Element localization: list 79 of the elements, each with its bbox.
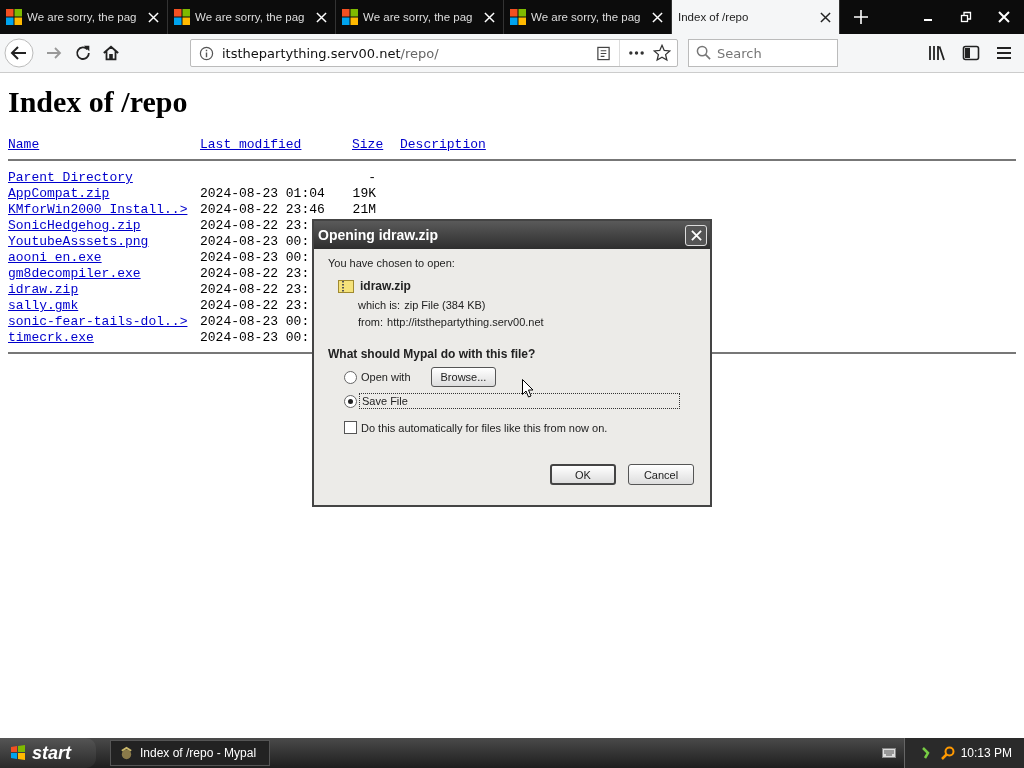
file-name: idraw.zip xyxy=(360,279,411,293)
search-icon[interactable] xyxy=(940,746,955,760)
taskbar-button[interactable]: Index of /repo - Mypal xyxy=(110,740,270,766)
file-size: - xyxy=(368,170,376,185)
column-header-link[interactable]: Description xyxy=(400,137,486,153)
file-link[interactable]: sally.gmk xyxy=(8,298,200,314)
file-link[interactable]: AppCompat.zip xyxy=(8,186,200,202)
option-label[interactable]: Open with xyxy=(359,370,413,384)
dialog-title: Opening idraw.zip xyxy=(318,227,439,243)
file-link[interactable]: Parent Directory xyxy=(8,170,200,186)
option-label[interactable]: Save File xyxy=(359,393,680,409)
url-text: itsthepartything.serv00.net/repo/ xyxy=(222,45,440,61)
file-link[interactable]: KMforWin2000 Install..> xyxy=(8,202,200,218)
new-tab-icon[interactable] xyxy=(854,10,868,24)
modified-date: 2024-08-23 00: xyxy=(200,250,310,265)
file-link[interactable]: idraw.zip xyxy=(8,282,200,298)
menu-icon[interactable] xyxy=(996,46,1012,60)
keyboard-icon[interactable] xyxy=(881,748,896,758)
dialog-button[interactable]: OK xyxy=(550,464,616,485)
detail-value: http://itsthepartything.serv00.net xyxy=(387,316,544,328)
modified-date: 2024-08-23 01:04 xyxy=(200,186,325,201)
modified-date: 2024-08-22 23:46 xyxy=(200,202,325,217)
detail-label: from: xyxy=(358,316,384,328)
restore-icon[interactable] xyxy=(960,11,972,23)
column-header-link[interactable]: Last modified xyxy=(200,137,352,153)
reader-view-icon[interactable] xyxy=(596,45,611,61)
windows-logo-icon xyxy=(510,9,526,25)
column-header-link[interactable]: Name xyxy=(8,137,200,153)
more-icon[interactable] xyxy=(628,50,645,56)
reload-icon[interactable] xyxy=(74,44,92,62)
library-icon[interactable] xyxy=(928,45,946,61)
start-button[interactable]: start xyxy=(0,738,96,768)
file-link[interactable]: gm8decompiler.exe xyxy=(8,266,200,282)
close-icon[interactable] xyxy=(820,11,831,23)
checkbox-label[interactable]: Do this automatically for files like this from now on. xyxy=(361,421,608,434)
detail-value: zip File (384 KB) xyxy=(404,299,486,311)
file-link[interactable]: sonic-fear-tails-dol..> xyxy=(8,314,200,330)
home-icon[interactable] xyxy=(102,44,120,62)
question-text: What should Mypal do with this file? xyxy=(328,347,537,361)
file-size: 21M xyxy=(352,202,376,217)
clock: 10:13 PM xyxy=(960,746,1012,760)
windows-logo-icon xyxy=(10,745,26,761)
search-icon xyxy=(696,45,711,60)
modified-date: 2024-08-22 23: xyxy=(200,266,310,281)
file-link[interactable]: timecrk.exe xyxy=(8,330,200,346)
file-size: 19K xyxy=(352,186,376,201)
star-icon[interactable] xyxy=(653,44,671,62)
windows-logo-icon xyxy=(174,9,190,25)
checkbox[interactable] xyxy=(344,421,357,434)
info-icon[interactable] xyxy=(199,45,214,61)
file-link[interactable]: aooni en.exe xyxy=(8,250,200,266)
radio-button[interactable] xyxy=(344,394,357,408)
file-link[interactable]: YoutubeAsssets.png xyxy=(8,234,200,250)
search-field[interactable]: Search xyxy=(688,39,838,67)
modified-date: 2024-08-22 23: xyxy=(200,282,310,297)
modified-date: 2024-08-22 23: xyxy=(200,218,310,233)
back-icon[interactable] xyxy=(4,38,34,68)
address-bar[interactable]: itsthepartything.serv00.net/repo/ xyxy=(190,39,678,67)
intro-text: You have chosen to open: xyxy=(328,257,456,269)
detail-label: which is: xyxy=(358,299,401,311)
dialog-button[interactable]: Cancel xyxy=(628,464,694,485)
zip-file-icon xyxy=(338,279,354,293)
close-icon xyxy=(690,229,702,241)
close-button[interactable] xyxy=(685,224,707,246)
modified-date: 2024-08-23 00: xyxy=(200,234,310,249)
windows-logo-icon xyxy=(342,9,358,25)
page-heading: Index of /repo xyxy=(8,85,189,119)
windows-logo-icon xyxy=(6,9,22,25)
app-icon xyxy=(119,745,134,761)
browser-tab[interactable]: Index of /repo xyxy=(672,0,840,34)
modified-date: 2024-08-23 00: xyxy=(200,330,310,345)
mouse-cursor-icon xyxy=(522,379,534,398)
sidebar-icon[interactable] xyxy=(962,45,980,61)
browse-button[interactable]: Browse... xyxy=(430,367,497,387)
file-link[interactable]: SonicHedgehog.zip xyxy=(8,218,200,234)
column-header-link[interactable]: Size xyxy=(352,137,400,153)
modified-date: 2024-08-23 00: xyxy=(200,314,310,329)
modified-date: 2024-08-22 23: xyxy=(200,298,310,313)
radio-button[interactable] xyxy=(344,370,357,384)
